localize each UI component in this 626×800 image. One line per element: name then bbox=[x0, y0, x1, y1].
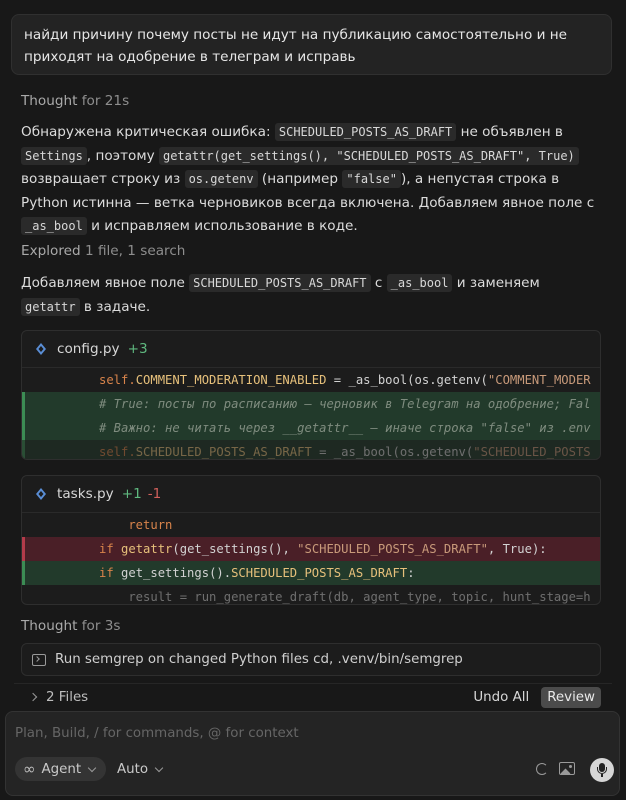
inline-code: Settings bbox=[21, 146, 87, 165]
analysis-text: Обнаружена критическая ошибка: SCHEDULED… bbox=[21, 121, 601, 239]
inline-code: _as_bool bbox=[21, 217, 87, 235]
code-token: "SCHEDULED_POSTS_AS_DRAFT" bbox=[297, 542, 488, 556]
code-line-added: # Важно: не читать через __getattr__ — и… bbox=[22, 416, 600, 440]
thought-row[interactable]: Thought for 21s bbox=[21, 93, 129, 109]
explored-row[interactable]: Explored 1 file, 1 search bbox=[21, 243, 185, 259]
diff-filename: tasks.py bbox=[57, 486, 114, 502]
code-token: "SCHEDULED_POSTS bbox=[473, 445, 591, 459]
text-span: Обнаружена критическая ошибка: bbox=[21, 124, 275, 140]
code-token: "COMMENT_MODER bbox=[487, 373, 591, 387]
code-line-added: if get_settings().SCHEDULED_POSTS_AS_DRA… bbox=[22, 561, 600, 585]
text-span: , поэтому bbox=[86, 147, 159, 164]
chevron-right-icon[interactable] bbox=[28, 692, 38, 702]
code-token: self. bbox=[99, 373, 136, 387]
code-line: self.COMMENT_MODERATION_ENABLED = _as_bo… bbox=[22, 368, 600, 392]
code-token: # Важно: не читать через __getattr__ — и… bbox=[99, 421, 591, 435]
code-token: COMMENT_MODERATION_ENABLED bbox=[135, 373, 327, 387]
diff-card-config[interactable]: config.py +3 self.COMMENT_MODERATION_ENA… bbox=[21, 330, 601, 460]
inline-code: getattr(get_settings(), "SCHEDULED_POSTS… bbox=[158, 146, 579, 165]
code-line: result = run_generate_draft(db, agent_ty… bbox=[22, 585, 600, 604]
inline-code: getattr bbox=[21, 297, 80, 316]
user-message[interactable]: найди причину почему посты не идут на пу… bbox=[11, 14, 612, 75]
image-icon[interactable] bbox=[559, 762, 575, 775]
code-token: = _as_bool(os.getenv( bbox=[311, 445, 474, 459]
microphone-stem bbox=[601, 774, 603, 777]
chevron-down-icon bbox=[87, 763, 97, 772]
code-token: if bbox=[99, 542, 122, 556]
inline-code: _as_bool bbox=[386, 274, 453, 292]
agent-mode-select[interactable]: ∞ Agent bbox=[15, 757, 106, 781]
explored-label: Explored bbox=[21, 243, 81, 259]
code-token: SCHEDULED_POSTS_AS_DRAFT bbox=[135, 445, 312, 459]
code-line-added: self.SCHEDULED_POSTS_AS_DRAFT = _as_bool… bbox=[22, 440, 600, 459]
diff-lines: self.COMMENT_MODERATION_ENABLED = _as_bo… bbox=[22, 367, 600, 459]
thought-duration: for 21s bbox=[81, 93, 130, 109]
code-token: # True: посты по расписанию — черновик в… bbox=[99, 397, 591, 411]
diff-header[interactable]: tasks.py +1 -1 bbox=[22, 476, 600, 512]
terminal-command-text: Run semgrep on changed Python files cd, … bbox=[55, 652, 463, 667]
code-token: get_settings(). bbox=[121, 566, 232, 580]
inline-code: os.getenv bbox=[184, 170, 258, 188]
diff-card-tasks[interactable]: tasks.py +1 -1 return if getattr(get_set… bbox=[21, 475, 601, 605]
code-token: , True): bbox=[487, 542, 547, 556]
agent-mode-label: Agent bbox=[41, 761, 82, 777]
code-token: : bbox=[407, 566, 415, 580]
code-token: = _as_bool(os.getenv( bbox=[326, 373, 488, 387]
review-button[interactable]: Review bbox=[541, 686, 601, 708]
inline-code: SCHEDULED_POSTS_AS_DRAFT bbox=[274, 123, 457, 141]
code-token: SCHEDULED_POSTS_AS_DRAFT bbox=[231, 566, 408, 580]
text-span: с bbox=[370, 275, 387, 291]
code-token: result = run_generate_draft(db, agent_ty… bbox=[99, 590, 591, 604]
spinner-icon bbox=[536, 763, 548, 775]
text-span: (например bbox=[257, 171, 343, 187]
changed-files-bar: 2 Files Undo All Review bbox=[14, 683, 612, 710]
code-token: getattr bbox=[121, 542, 173, 556]
text-span: Добавляем явное поле bbox=[21, 275, 190, 291]
microphone-button[interactable] bbox=[590, 758, 614, 782]
text-span: не объявлен в bbox=[456, 124, 563, 140]
inline-code: SCHEDULED_POSTS_AS_DRAFT bbox=[189, 274, 371, 292]
model-select[interactable]: Auto bbox=[117, 757, 164, 781]
code-token: return bbox=[99, 518, 173, 532]
thought-duration: for 3s bbox=[81, 618, 121, 634]
text-span: возвращает строку из bbox=[21, 171, 185, 187]
user-message-text: найди причину почему посты не идут на пу… bbox=[24, 27, 567, 65]
explored-detail: 1 file, 1 search bbox=[84, 243, 186, 259]
python-file-icon bbox=[36, 343, 46, 355]
model-label: Auto bbox=[117, 761, 149, 777]
diff-added-count: +3 bbox=[127, 341, 148, 357]
python-file-icon bbox=[36, 488, 46, 500]
terminal-command-card[interactable]: Run semgrep on changed Python files cd, … bbox=[21, 643, 601, 676]
diff-added-count: +1 bbox=[121, 486, 142, 502]
inline-code: "false" bbox=[342, 170, 401, 188]
fix-note-text: Добавляем явное поле SCHEDULED_POSTS_AS_… bbox=[21, 272, 601, 319]
text-span: и исправляем использование в коде. bbox=[86, 218, 358, 234]
terminal-icon bbox=[32, 653, 46, 666]
diff-filename: config.py bbox=[57, 341, 120, 357]
code-token: (get_settings(), bbox=[172, 542, 298, 556]
undo-all-button[interactable]: Undo All bbox=[473, 690, 529, 705]
diff-removed-count: -1 bbox=[147, 486, 162, 502]
code-line-removed: if getattr(get_settings(), "SCHEDULED_PO… bbox=[22, 537, 600, 561]
thought-label: Thought bbox=[21, 93, 78, 109]
thought-label: Thought bbox=[21, 618, 78, 634]
composer: ∞ Agent Auto bbox=[5, 711, 620, 796]
text-span: в задаче. bbox=[79, 298, 151, 315]
diff-lines: return if getattr(get_settings(), "SCHED… bbox=[22, 512, 600, 604]
files-count[interactable]: 2 Files bbox=[46, 690, 88, 705]
code-line-added: # True: посты по расписанию — черновик в… bbox=[22, 392, 600, 416]
code-token: self. bbox=[99, 445, 136, 459]
microphone-arc bbox=[597, 767, 607, 774]
thought-row[interactable]: Thought for 3s bbox=[21, 618, 121, 634]
code-token: if bbox=[99, 566, 122, 580]
text-span: и заменяем bbox=[452, 275, 540, 291]
code-line: return bbox=[22, 513, 600, 537]
infinity-icon: ∞ bbox=[23, 760, 36, 778]
diff-header[interactable]: config.py +3 bbox=[22, 331, 600, 367]
chat-input[interactable] bbox=[15, 723, 595, 743]
chevron-down-icon bbox=[154, 763, 164, 772]
